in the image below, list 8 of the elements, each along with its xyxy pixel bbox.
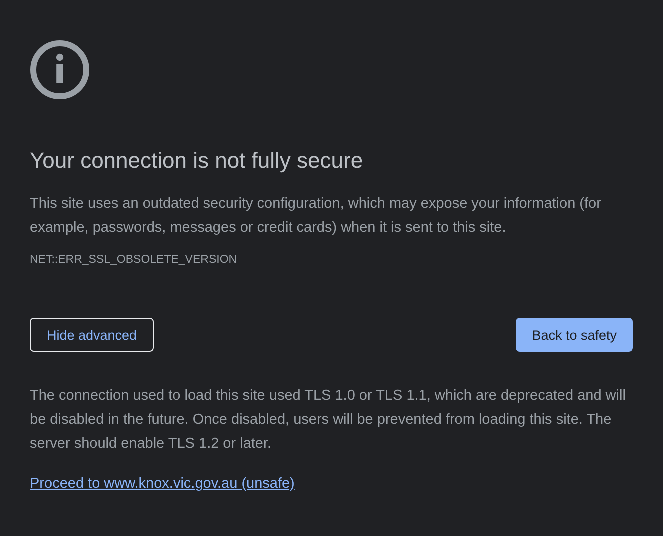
- info-icon: [30, 40, 90, 100]
- hide-advanced-button[interactable]: Hide advanced: [30, 318, 154, 352]
- details-text: The connection used to load this site used TLS 1.0 or TLS 1.1, which are deprecated and will be disabled in the future. Once disabled, users will be prevented from loading this site. The server should enable TLS 1.2 or later.: [30, 387, 627, 454]
- page-heading: Your connection is not fully secure: [30, 147, 364, 175]
- error-code: NET::ERR_SSL_OBSOLETE_VERSION: [30, 254, 238, 266]
- warning-message: This site uses an outdated security configuration, which may expose your information (for example, passwords, messages or credit cards) when it is sent to this site.: [30, 195, 602, 238]
- proceed-link[interactable]: Proceed to www.knox.vic.gov.au (unsafe): [30, 476, 295, 492]
- back-to-safety-button[interactable]: Back to safety: [516, 318, 633, 352]
